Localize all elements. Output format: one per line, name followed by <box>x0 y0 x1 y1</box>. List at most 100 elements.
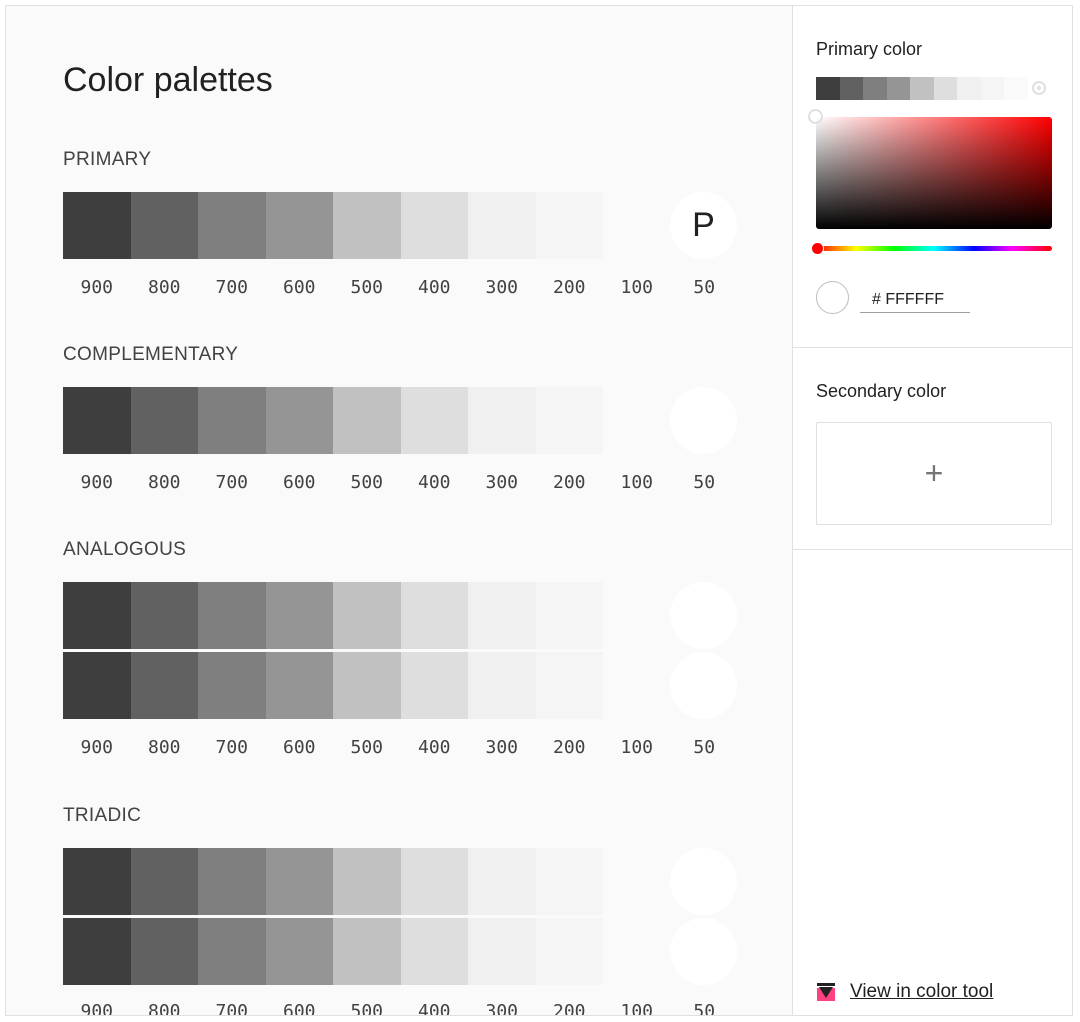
shade-50-circle[interactable] <box>670 387 737 454</box>
shade-50-circle[interactable] <box>670 918 737 985</box>
color-swatch-700[interactable] <box>198 848 266 915</box>
hex-input[interactable]: # FFFFFF <box>860 287 970 313</box>
color-swatch-200[interactable] <box>535 387 603 454</box>
color-swatch-900[interactable] <box>63 582 131 649</box>
color-swatch-600[interactable] <box>265 918 333 985</box>
secondary-color-block: Secondary color + <box>793 348 1072 550</box>
color-swatch-800[interactable] <box>130 387 198 454</box>
view-in-color-tool-link[interactable]: View in color tool <box>816 981 993 1003</box>
color-swatch-500[interactable] <box>333 192 401 259</box>
shade-50-circle[interactable]: P <box>670 192 737 259</box>
color-swatch-100[interactable] <box>603 582 671 649</box>
color-swatch-500[interactable] <box>333 387 401 454</box>
color-swatch-200[interactable] <box>535 652 603 719</box>
shade-label-100: 100 <box>620 472 653 493</box>
color-swatch-200[interactable] <box>535 918 603 985</box>
shade-labels: 900 800 700 600 500 400 300 200 100 50 <box>63 1001 743 1015</box>
color-swatch-300[interactable] <box>468 652 536 719</box>
color-swatch-900[interactable] <box>63 918 131 985</box>
shade-label-100: 100 <box>620 737 653 758</box>
color-swatch-100[interactable] <box>603 848 671 915</box>
color-swatch-500[interactable] <box>333 848 401 915</box>
color-swatch-800[interactable] <box>130 582 198 649</box>
mini-swatch[interactable] <box>910 77 934 100</box>
color-swatch-300[interactable] <box>468 387 536 454</box>
mini-swatch[interactable] <box>886 77 910 100</box>
color-swatch-400[interactable] <box>400 582 468 649</box>
color-swatch-900[interactable] <box>63 387 131 454</box>
color-swatch-600[interactable] <box>265 652 333 719</box>
color-swatch-300[interactable] <box>468 192 536 259</box>
shade-50-circle[interactable] <box>670 582 737 649</box>
color-swatch-100[interactable] <box>603 918 671 985</box>
shade-label-900: 900 <box>80 737 113 758</box>
color-swatch-200[interactable] <box>535 192 603 259</box>
hue-slider-thumb[interactable] <box>811 242 824 255</box>
color-swatch-800[interactable] <box>130 918 198 985</box>
shade-label-300: 300 <box>485 472 518 493</box>
primary-mini-palette <box>816 77 1028 100</box>
mini-swatch[interactable] <box>839 77 863 100</box>
shade-label-800: 800 <box>147 472 181 493</box>
color-swatch-400[interactable] <box>400 652 468 719</box>
shade-50-circle[interactable] <box>670 652 737 719</box>
color-swatch-600[interactable] <box>265 848 333 915</box>
shade-labels: 900 800 700 600 500 400 300 200 100 50 <box>63 472 743 494</box>
color-swatch-400[interactable] <box>400 848 468 915</box>
color-swatch-900[interactable] <box>63 652 131 719</box>
mini-palette-selected-marker[interactable] <box>1032 81 1046 95</box>
shade-label-500: 500 <box>350 1001 383 1015</box>
color-swatch-500[interactable] <box>333 918 401 985</box>
color-swatch-700[interactable] <box>198 918 266 985</box>
color-swatch-600[interactable] <box>265 387 333 454</box>
color-swatch-100[interactable] <box>603 387 671 454</box>
color-swatch-400[interactable] <box>400 387 468 454</box>
color-swatch-800[interactable] <box>130 192 198 259</box>
color-swatch-700[interactable] <box>198 582 266 649</box>
shade-label-100: 100 <box>620 277 653 298</box>
section-title: TRIADIC <box>63 805 142 826</box>
shade-label-900: 900 <box>80 472 113 493</box>
shade-label-400: 400 <box>417 277 451 298</box>
color-swatch-100[interactable] <box>603 192 671 259</box>
mini-swatch[interactable] <box>816 77 840 100</box>
color-swatch-900[interactable] <box>63 192 131 259</box>
color-swatch-600[interactable] <box>265 582 333 649</box>
color-swatch-800[interactable] <box>130 848 198 915</box>
saturation-value-picker[interactable] <box>808 109 1052 229</box>
color-side-panel: Primary color # FFFFFF Secondary color + <box>792 6 1072 1015</box>
color-swatch-300[interactable] <box>468 582 536 649</box>
shade-label-700: 700 <box>215 1001 248 1015</box>
shade-label-900: 900 <box>80 1001 113 1015</box>
shade-label-300: 300 <box>485 277 518 298</box>
hue-slider[interactable] <box>811 242 1052 255</box>
color-swatch-600[interactable] <box>265 192 333 259</box>
color-swatch-200[interactable] <box>535 848 603 915</box>
color-swatch-700[interactable] <box>198 387 266 454</box>
color-swatch-500[interactable] <box>333 582 401 649</box>
color-swatch-400[interactable] <box>400 918 468 985</box>
shade-label-800: 800 <box>147 737 181 758</box>
mini-swatch[interactable] <box>957 77 981 100</box>
color-swatch-900[interactable] <box>63 848 131 915</box>
secondary-color-heading: Secondary color <box>816 381 947 401</box>
mini-swatch[interactable] <box>933 77 957 100</box>
mini-swatch[interactable] <box>863 77 887 100</box>
shade-label-700: 700 <box>215 277 248 298</box>
color-swatch-800[interactable] <box>130 652 198 719</box>
shade-label-400: 400 <box>417 1001 451 1015</box>
add-secondary-color-button[interactable]: + <box>816 422 1052 525</box>
color-swatch-500[interactable] <box>333 652 401 719</box>
mini-swatch[interactable] <box>980 77 1004 100</box>
mini-swatch[interactable] <box>1004 77 1028 100</box>
color-swatch-400[interactable] <box>400 192 468 259</box>
shade-label-700: 700 <box>215 737 248 758</box>
color-swatch-700[interactable] <box>198 652 266 719</box>
color-swatch-700[interactable] <box>198 192 266 259</box>
sv-picker-handle[interactable] <box>808 109 823 124</box>
color-swatch-100[interactable] <box>603 652 671 719</box>
shade-50-circle[interactable] <box>670 848 737 915</box>
color-swatch-300[interactable] <box>468 848 536 915</box>
color-swatch-300[interactable] <box>468 918 536 985</box>
color-swatch-200[interactable] <box>535 582 603 649</box>
